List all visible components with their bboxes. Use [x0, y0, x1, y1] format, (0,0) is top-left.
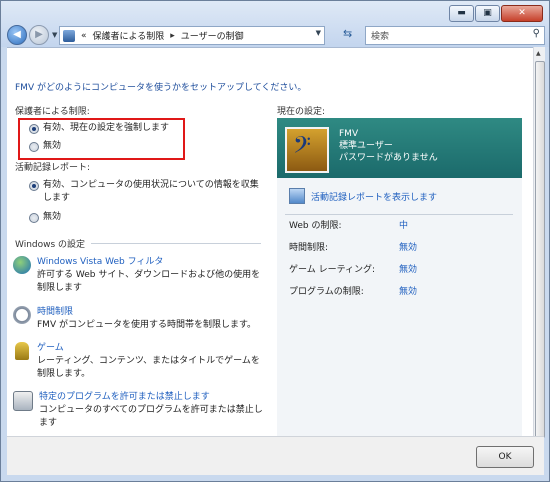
setting-label: Web の制限:	[289, 221, 342, 231]
task-games: ゲーム レーティング、コンテンツ、またはタイトルでゲームを制限します。	[13, 342, 263, 381]
user-type: 標準ユーザー	[339, 141, 393, 151]
activity-on-label: 有効、コンピュータの使用状況についての情報を収集します	[43, 180, 259, 203]
nav-buttons: ◀ ▶ ▼	[7, 25, 57, 45]
activity-report-heading: 活動記録レポート:	[15, 163, 91, 173]
clock-icon	[13, 306, 31, 324]
search-placeholder: 検索	[371, 32, 390, 42]
games-desc: レーティング、コンテンツ、またはタイトルでゲームを制限します。	[37, 356, 260, 379]
title-bar: ▬ ▣ ✕ ◀ ▶ ▼ « 保護者による制限 ▸ ユーザーの制御 ▼ ⇆ 検索 …	[1, 1, 549, 47]
setting-row-programs: プログラムの制限: 無効	[289, 284, 514, 297]
program-limits-desc: コンピュータのすべてのプログラムを許可または禁止します	[39, 405, 263, 428]
current-settings-heading: 現在の設定:	[277, 107, 326, 117]
close-button[interactable]: ✕	[501, 5, 543, 22]
setting-value-link[interactable]: 無効	[399, 284, 417, 297]
address-dropdown-icon[interactable]: ▼	[316, 29, 321, 37]
forward-button[interactable]: ▶	[29, 25, 49, 45]
parental-off-label: 無効	[43, 141, 62, 151]
maximize-button[interactable]: ▣	[475, 5, 500, 22]
games-link[interactable]: ゲーム	[37, 342, 263, 355]
parental-controls-window: ▬ ▣ ✕ ◀ ▶ ▼ « 保護者による制限 ▸ ユーザーの制御 ▼ ⇆ 検索 …	[0, 0, 550, 482]
setting-value-link[interactable]: 中	[399, 218, 408, 231]
vertical-scrollbar[interactable]: ▲	[533, 47, 545, 438]
radio-selected-icon	[29, 124, 39, 134]
setting-value-link[interactable]: 無効	[399, 240, 417, 253]
setting-label: プログラムの制限:	[289, 287, 364, 297]
radio-unselected-icon	[29, 213, 39, 223]
web-filter-desc: 許可する Web サイト、ダウンロードおよび他の使用を制限します	[37, 270, 261, 293]
view-activity-report[interactable]: 活動記録レポートを表示します	[289, 188, 437, 204]
trophy-icon	[15, 342, 29, 360]
activity-off-label: 無効	[43, 212, 62, 222]
scroll-thumb[interactable]	[535, 61, 545, 438]
current-settings-panel: 活動記録レポートを表示します Web の制限: 中 時間制限: 無効 ゲーム レ…	[277, 178, 522, 437]
windows-settings-heading: Windows の設定	[15, 240, 86, 250]
ok-button[interactable]: OK	[476, 446, 534, 468]
button-bar: OK	[7, 436, 544, 475]
setting-row-time: 時間制限: 無効	[289, 240, 514, 253]
time-limits-link[interactable]: 時間制限	[37, 306, 256, 319]
window-controls: ▬ ▣ ✕	[449, 5, 543, 22]
parental-on-radio[interactable]: 有効、現在の設定を強制します	[29, 122, 169, 135]
parental-controls-heading: 保護者による制限:	[15, 107, 90, 117]
user-summary: 𝄢 FMV 標準ユーザー パスワードがありません	[277, 118, 522, 178]
setting-value-link[interactable]: 無効	[399, 262, 417, 275]
address-bar[interactable]: « 保護者による制限 ▸ ユーザーの制御 ▼	[59, 26, 325, 45]
globe-icon	[13, 256, 31, 274]
radio-selected-icon	[29, 181, 39, 191]
recent-pages-dropdown-icon[interactable]: ▼	[52, 31, 57, 39]
parental-off-radio[interactable]: 無効	[29, 140, 61, 153]
task-web-filter: Windows Vista Web フィルタ 許可する Web サイト、ダウンロ…	[13, 256, 263, 295]
setting-label: ゲーム レーティング:	[289, 265, 376, 275]
web-filter-link[interactable]: Windows Vista Web フィルタ	[37, 256, 263, 269]
panel-divider	[285, 214, 513, 215]
view-activity-report-link[interactable]: 活動記録レポートを表示します	[311, 190, 437, 203]
report-icon	[289, 188, 305, 204]
program-limits-link[interactable]: 特定のプログラムを許可または禁止します	[39, 391, 263, 404]
scroll-up-icon[interactable]: ▲	[536, 50, 541, 57]
breadcrumb-user-controls[interactable]: ユーザーの制御	[181, 29, 244, 42]
time-limits-desc: FMV がコンピュータを使用する時間帯を制限します。	[37, 320, 257, 330]
program-icon	[13, 391, 33, 411]
user-password-status: パスワードがありません	[339, 153, 438, 163]
search-input[interactable]: 検索 ⚲	[365, 26, 545, 45]
activity-off-radio[interactable]: 無効	[29, 211, 61, 224]
setting-label: 時間制限:	[289, 243, 329, 253]
setting-row-games: ゲーム レーティング: 無効	[289, 262, 514, 275]
setting-row-web: Web の制限: 中	[289, 218, 514, 231]
main-content: FMV がどのようにコンピュータを使うかをセットアップしてください。 保護者によ…	[7, 47, 533, 437]
section-divider	[91, 243, 261, 244]
task-program-limits: 特定のプログラムを許可または禁止します コンピュータのすべてのプログラムを許可ま…	[13, 391, 263, 430]
search-icon[interactable]: ⚲	[533, 28, 540, 39]
breadcrumb-separator-icon[interactable]: ▸	[170, 31, 175, 41]
breadcrumb-parental-controls[interactable]: 保護者による制限	[93, 29, 165, 42]
minimize-button[interactable]: ▬	[449, 5, 474, 22]
parental-on-label: 有効、現在の設定を強制します	[43, 123, 170, 133]
activity-on-radio[interactable]: 有効、コンピュータの使用状況についての情報を収集します	[29, 179, 265, 205]
user-picture-icon: 𝄢	[285, 127, 329, 173]
back-button[interactable]: ◀	[7, 25, 27, 45]
task-time-limits: 時間制限 FMV がコンピュータを使用する時間帯を制限します。	[13, 306, 263, 332]
radio-unselected-icon	[29, 142, 39, 152]
control-panel-icon	[63, 29, 75, 42]
intro-text: FMV がどのようにコンピュータを使うかをセットアップしてください。	[15, 83, 307, 93]
breadcrumb-overflow[interactable]: «	[81, 31, 87, 41]
refresh-icon[interactable]: ⇆	[343, 27, 352, 40]
user-name: FMV	[339, 129, 359, 139]
